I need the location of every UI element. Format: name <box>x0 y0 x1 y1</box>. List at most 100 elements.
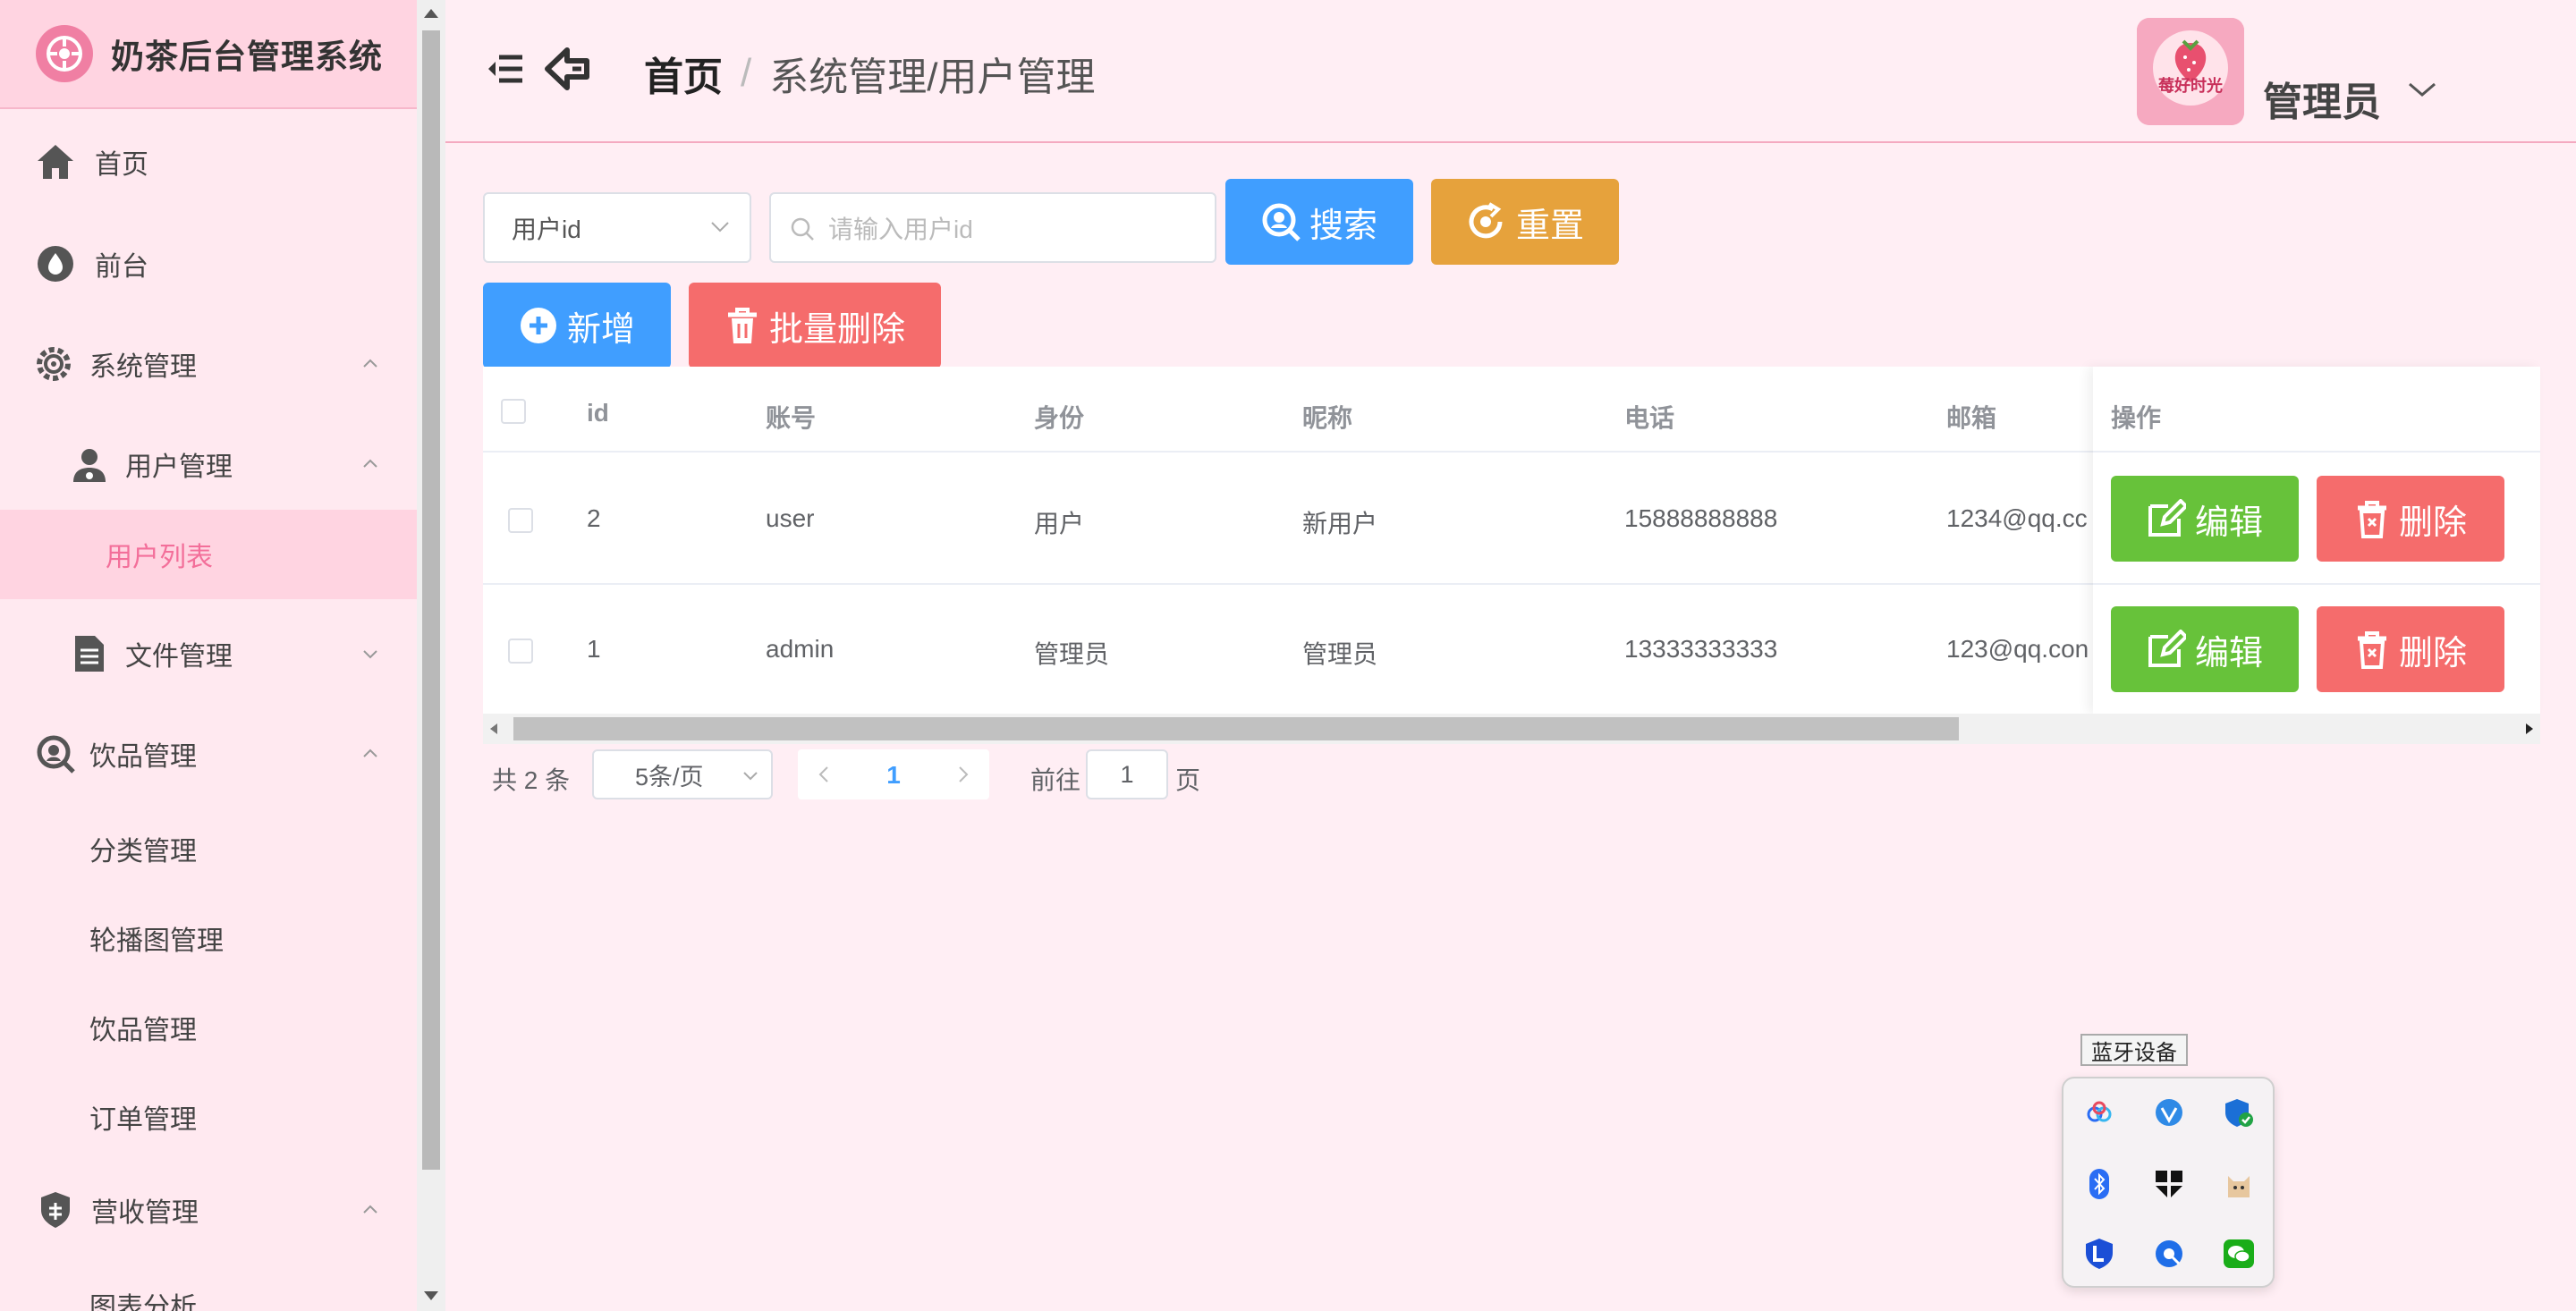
cell-role: 用户 <box>1034 510 1085 537</box>
cell-role: 管理员 <box>1034 640 1110 668</box>
logo-icon <box>36 25 93 82</box>
sidebar-item-orders[interactable]: 订单管理 <box>0 1089 417 1145</box>
sidebar-item-charts[interactable]: 图表分析 <box>0 1277 417 1311</box>
cat-icon[interactable] <box>2223 1168 2255 1200</box>
menu-collapse-icon[interactable] <box>487 50 524 88</box>
batch-delete-button-label: 批量删除 <box>768 310 905 349</box>
cell-phone: 15888888888 <box>1624 504 1778 532</box>
next-page-icon[interactable] <box>957 765 970 783</box>
cell-nickname: 新用户 <box>1302 510 1378 537</box>
cell-account: user <box>766 504 815 532</box>
reset-icon <box>1469 202 1503 239</box>
chevron-up-icon <box>363 359 377 368</box>
column-header-email[interactable]: 邮箱 <box>1946 399 1996 435</box>
add-button[interactable]: 新增 <box>483 283 671 368</box>
breadcrumb-home[interactable]: 首页 <box>644 45 723 102</box>
reset-button-label: 重置 <box>1515 207 1584 245</box>
column-header-id[interactable]: id <box>587 399 609 427</box>
table-divider <box>2093 451 2540 453</box>
batch-delete-button[interactable]: 批量删除 <box>689 283 941 368</box>
scroll-up-arrow-icon[interactable] <box>424 9 438 18</box>
cell-id: 1 <box>587 635 601 663</box>
add-circle-icon <box>520 308 556 343</box>
row-checkbox[interactable] <box>508 508 533 533</box>
security-shield-icon[interactable] <box>2223 1096 2255 1129</box>
scrollbar-thumb[interactable] <box>422 30 440 1170</box>
reset-button[interactable]: 重置 <box>1431 179 1619 265</box>
sidebar-item-frontend[interactable]: 前台 <box>0 236 417 292</box>
chevron-up-icon <box>363 749 377 757</box>
trash-icon <box>2357 631 2386 669</box>
column-header-account[interactable]: 账号 <box>766 399 816 435</box>
qq-browser-icon[interactable] <box>2153 1238 2185 1270</box>
avatar[interactable]: 莓好时光 <box>2137 18 2244 125</box>
sidebar-item-category[interactable]: 分类管理 <box>0 821 417 876</box>
sidebar-item-drinks[interactable]: 饮品管理 <box>0 726 417 782</box>
breadcrumb-separator: / <box>741 51 752 95</box>
column-header-role[interactable]: 身份 <box>1034 399 1084 435</box>
app-title: 奶茶后台管理系统 <box>111 38 383 75</box>
row-checkbox[interactable] <box>508 639 533 664</box>
goto-page-input[interactable]: 1 <box>1086 749 1168 799</box>
baidu-netdisk-icon[interactable] <box>2083 1096 2115 1129</box>
sidebar-item-label: 首页 <box>95 150 148 180</box>
sidebar-item-label: 饮品管理 <box>89 1016 197 1045</box>
table-horizontal-scrollbar[interactable] <box>483 714 2540 744</box>
sidebar-item-carousel[interactable]: 轮播图管理 <box>0 910 417 966</box>
user-name[interactable]: 管理员 <box>2263 70 2381 127</box>
back-arrow-icon[interactable] <box>544 47 590 91</box>
select-all-checkbox[interactable] <box>501 399 526 424</box>
sidebar-item-home[interactable]: 首页 <box>0 134 417 190</box>
sidebar-item-drink-list[interactable]: 饮品管理 <box>0 1000 417 1055</box>
chevron-down-icon <box>363 650 377 659</box>
cell-phone: 13333333333 <box>1624 635 1778 663</box>
scroll-right-arrow-icon[interactable] <box>2524 722 2535 736</box>
scrollbar-thumb[interactable] <box>513 717 1959 740</box>
chevron-down-icon <box>711 222 729 233</box>
edit-icon <box>2148 630 2186 667</box>
sidebar-item-label: 分类管理 <box>89 837 197 867</box>
field-select[interactable]: 用户id <box>483 192 751 263</box>
table-divider <box>2093 583 2540 585</box>
scroll-down-arrow-icon[interactable] <box>424 1291 438 1300</box>
edit-button[interactable]: 编辑 <box>2111 476 2299 562</box>
search-icon <box>791 217 814 241</box>
page-suffix: 页 <box>1175 766 1201 794</box>
sidebar-scrollbar[interactable] <box>417 0 445 1311</box>
scroll-left-arrow-icon[interactable] <box>488 722 499 736</box>
goto-label: 前往 <box>1030 766 1081 794</box>
column-header-nickname[interactable]: 昵称 <box>1302 399 1352 435</box>
drop-icon <box>34 242 77 285</box>
chevron-down-icon <box>743 772 758 781</box>
search-button[interactable]: 搜索 <box>1225 179 1413 265</box>
search-input[interactable]: 请输入用户id <box>769 192 1216 263</box>
page-size-select[interactable]: 5条/页 <box>592 749 773 799</box>
edit-button-label: 编辑 <box>2194 634 2263 672</box>
sidebar-item-label: 订单管理 <box>89 1105 197 1135</box>
sidebar-item-system[interactable]: 系统管理 <box>0 336 417 392</box>
delete-button-label: 删除 <box>2398 634 2467 672</box>
delete-button[interactable]: 删除 <box>2317 476 2504 562</box>
sidebar-item-file-management[interactable]: 文件管理 <box>0 626 417 681</box>
logo-bar: 奶茶后台管理系统 <box>0 0 417 109</box>
browser-icon[interactable] <box>2153 1096 2185 1129</box>
trash-icon <box>2357 501 2386 538</box>
pagination-nav: 1 <box>798 749 989 799</box>
cell-email: 123@qq.con <box>1946 635 2089 663</box>
bluetooth-icon[interactable] <box>2083 1168 2115 1200</box>
delete-button[interactable]: 删除 <box>2317 606 2504 692</box>
chevron-down-icon[interactable] <box>2406 79 2438 100</box>
file-icon <box>68 632 111 675</box>
sidebar-item-revenue[interactable]: 营收管理 <box>0 1182 417 1238</box>
column-header-phone[interactable]: 电话 <box>1624 399 1674 435</box>
app-grid-icon[interactable] <box>2153 1168 2185 1200</box>
edit-icon <box>2148 499 2186 537</box>
sidebar-item-user-list[interactable]: 用户列表 <box>0 510 417 599</box>
sidebar-item-user-management[interactable]: 用户管理 <box>0 436 417 492</box>
field-select-value: 用户id <box>512 215 581 243</box>
wechat-icon[interactable] <box>2223 1238 2255 1270</box>
lenovo-icon[interactable] <box>2083 1238 2115 1270</box>
edit-button-label: 编辑 <box>2194 503 2263 542</box>
chevron-up-icon <box>363 459 377 468</box>
edit-button[interactable]: 编辑 <box>2111 606 2299 692</box>
